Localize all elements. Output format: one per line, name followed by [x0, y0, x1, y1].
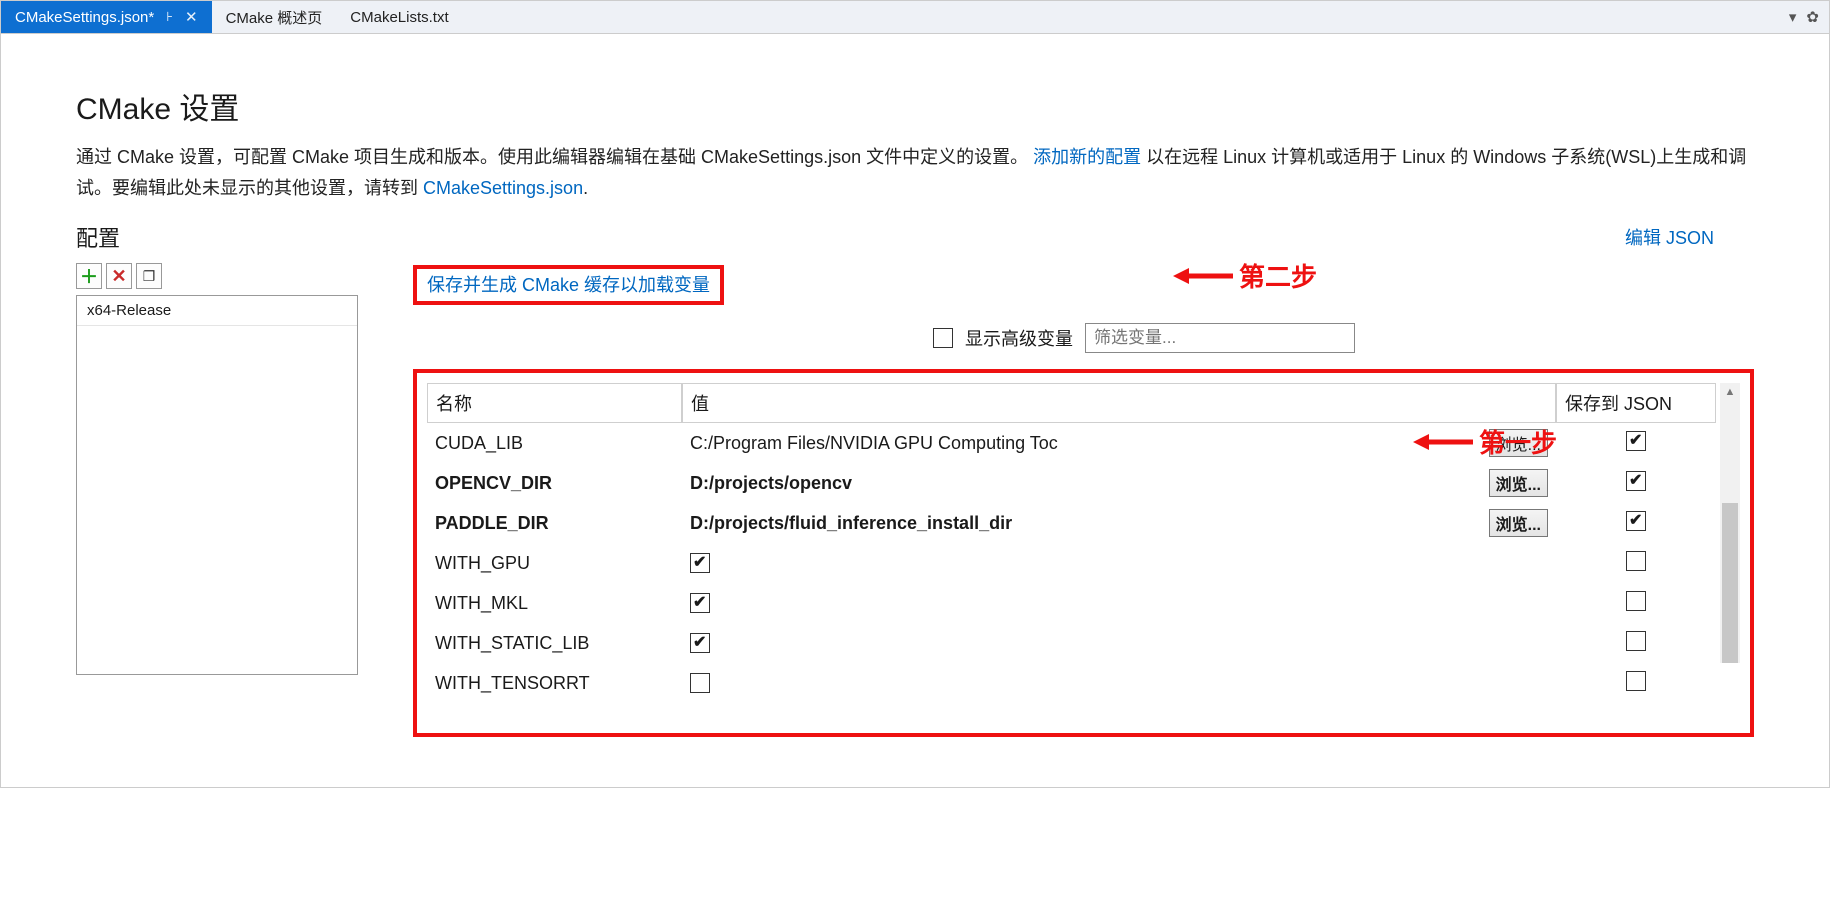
save-to-json-checkbox[interactable] — [1626, 631, 1646, 651]
var-value-cell[interactable] — [682, 630, 1556, 656]
save-to-json-checkbox[interactable] — [1626, 671, 1646, 691]
var-value-cell[interactable]: D:/projects/opencv 浏览... — [682, 466, 1556, 500]
show-advanced-label: 显示高级变量 — [965, 325, 1073, 351]
add-config-button[interactable]: ＋ — [76, 263, 102, 289]
var-name: OPENCV_DIR — [427, 470, 682, 497]
show-advanced-checkbox[interactable] — [933, 328, 953, 348]
overflow-dropdown-icon[interactable]: ▾ — [1789, 8, 1797, 26]
table-row: PADDLE_DIRD:/projects/fluid_inference_in… — [427, 503, 1716, 543]
filter-variables-input[interactable] — [1085, 323, 1355, 353]
save-cell — [1556, 588, 1716, 619]
var-value-cell[interactable] — [682, 590, 1556, 616]
window-frame: CMakeSettings.json* ⊦ ✕ CMake 概述页 CMakeL… — [0, 0, 1830, 788]
browse-button[interactable]: 浏览... — [1489, 469, 1548, 497]
save-cell — [1556, 548, 1716, 579]
document-tabbar: CMakeSettings.json* ⊦ ✕ CMake 概述页 CMakeL… — [1, 1, 1829, 34]
table-row: WITH_MKL — [427, 583, 1716, 623]
table-row: WITH_GPU — [427, 543, 1716, 583]
page-description: 通过 CMake 设置，可配置 CMake 项目生成和版本。使用此编辑器编辑在基… — [76, 142, 1754, 203]
add-config-link[interactable]: 添加新的配置 — [1033, 147, 1141, 167]
save-to-json-checkbox[interactable] — [1626, 511, 1646, 531]
column-header-save[interactable]: 保存到 JSON — [1556, 383, 1716, 423]
save-cell — [1556, 508, 1716, 539]
table-row: OPENCV_DIR D:/projects/opencv 浏览... — [427, 463, 1716, 503]
close-icon[interactable]: ✕ — [185, 8, 198, 26]
save-cell — [1556, 668, 1716, 699]
annotation-step2-highlight: 保存并生成 CMake 缓存以加载变量 — [413, 265, 724, 305]
config-listbox[interactable]: x64-Release — [76, 295, 358, 675]
tab-label: CMake 概述页 — [226, 7, 323, 28]
tab-label: CMakeSettings.json* — [15, 9, 154, 26]
var-value[interactable]: D:/projects/opencv — [690, 473, 1483, 494]
var-value-cell[interactable] — [682, 670, 1556, 696]
tab-cmake-overview[interactable]: CMake 概述页 — [212, 1, 337, 33]
gear-icon[interactable]: ✿ — [1806, 8, 1819, 26]
tab-cmakelists[interactable]: CMakeLists.txt — [336, 1, 462, 33]
save-cell — [1556, 428, 1716, 459]
pin-icon[interactable]: ⊦ — [166, 9, 173, 25]
settings-page: CMake 设置 通过 CMake 设置，可配置 CMake 项目生成和版本。使… — [21, 54, 1809, 767]
var-value[interactable]: C:/Program Files/NVIDIA GPU Computing To… — [690, 433, 1483, 454]
value-checkbox[interactable] — [690, 593, 710, 613]
save-and-generate-cache-link[interactable]: 保存并生成 CMake 缓存以加载变量 — [427, 275, 710, 295]
var-name: WITH_TENSORRT — [427, 670, 682, 697]
var-name: WITH_MKL — [427, 590, 682, 617]
table-row: WITH_STATIC_LIB — [427, 623, 1716, 663]
save-to-json-checkbox[interactable] — [1626, 551, 1646, 571]
tab-label: CMakeLists.txt — [350, 9, 448, 26]
column-header-name[interactable]: 名称 — [427, 383, 682, 423]
var-name: PADDLE_DIR — [427, 510, 682, 537]
table-scrollbar[interactable]: ▲ — [1720, 383, 1740, 663]
save-to-json-checkbox[interactable] — [1626, 471, 1646, 491]
value-checkbox[interactable] — [690, 633, 710, 653]
value-checkbox[interactable] — [690, 553, 710, 573]
var-value[interactable]: D:/projects/fluid_inference_install_dir — [690, 513, 1483, 534]
page-title: CMake 设置 — [76, 84, 1754, 128]
browse-button[interactable]: 浏览... — [1489, 509, 1548, 537]
scroll-thumb[interactable] — [1722, 503, 1738, 663]
var-value-cell[interactable] — [682, 550, 1556, 576]
config-toolbar: ＋ ✕ ❐ — [76, 263, 358, 289]
scroll-up-icon[interactable]: ▲ — [1720, 383, 1740, 401]
save-to-json-checkbox[interactable] — [1626, 591, 1646, 611]
config-list-item[interactable]: x64-Release — [77, 296, 357, 326]
tab-cmakesettings[interactable]: CMakeSettings.json* ⊦ ✕ — [1, 1, 212, 33]
var-name: WITH_STATIC_LIB — [427, 630, 682, 657]
save-cell — [1556, 468, 1716, 499]
edit-json-link[interactable]: 编辑 JSON — [1625, 224, 1714, 250]
table-row: WITH_TENSORRT — [427, 663, 1716, 703]
annotation-step2: 第二步 — [1173, 257, 1317, 294]
cmakesettings-json-link[interactable]: CMakeSettings.json — [423, 178, 583, 198]
duplicate-config-button[interactable]: ❐ — [136, 263, 162, 289]
save-cell — [1556, 628, 1716, 659]
var-name: WITH_GPU — [427, 550, 682, 577]
save-to-json-checkbox[interactable] — [1626, 431, 1646, 451]
var-value-cell[interactable]: D:/projects/fluid_inference_install_dir 浏… — [682, 506, 1556, 540]
value-checkbox[interactable] — [690, 673, 710, 693]
delete-config-button[interactable]: ✕ — [106, 263, 132, 289]
var-name: CUDA_LIB — [427, 430, 682, 457]
column-header-value[interactable]: 值 — [682, 383, 1556, 423]
configurations-heading: 配置 — [76, 221, 120, 253]
annotation-step1: 第一步 — [1413, 423, 1557, 460]
